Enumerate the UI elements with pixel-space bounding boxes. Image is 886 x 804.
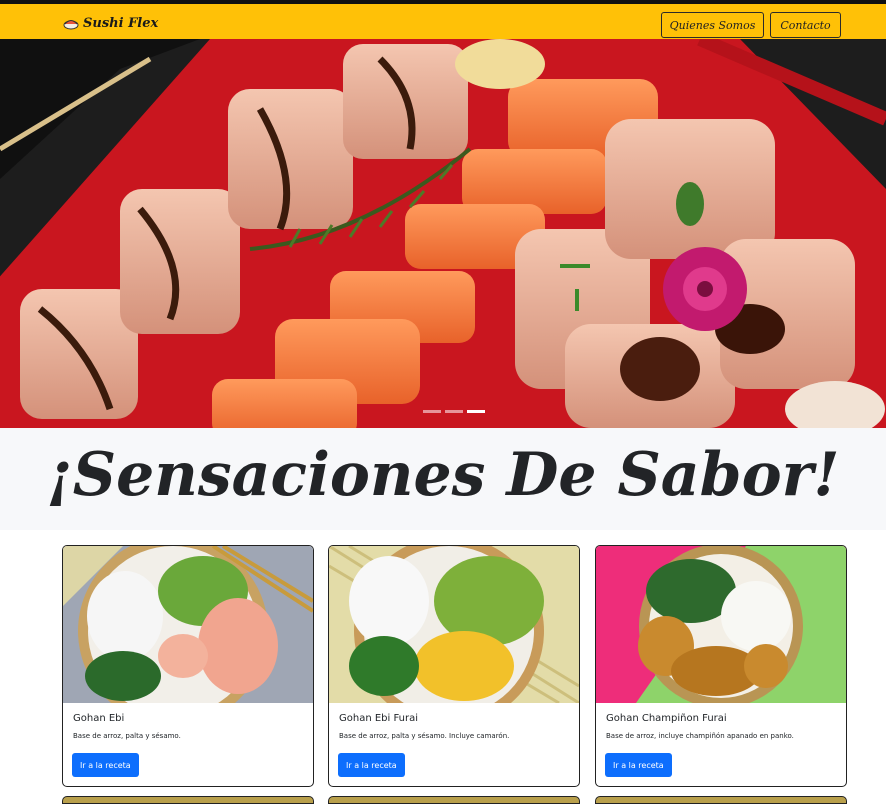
navbar: Sushi Flex Quienes Somos Contacto	[0, 4, 886, 39]
card-image-gohan-ebi-furai	[329, 546, 579, 703]
brand-link[interactable]: Sushi Flex	[63, 14, 158, 32]
recipe-button[interactable]: Ir a la receta	[605, 753, 672, 777]
recipe-card: Gohan Ebi Furai Base de arroz, palta y s…	[328, 545, 580, 787]
recipe-button[interactable]: Ir a la receta	[338, 753, 405, 777]
card-title: Gohan Champiñon Furai	[606, 713, 727, 724]
title-band: ¡Sensaciones De Sabor!	[0, 428, 886, 530]
recipe-card-next-row	[595, 796, 847, 804]
card-title: Gohan Ebi	[73, 713, 125, 724]
card-title: Gohan Ebi Furai	[339, 713, 419, 724]
page-title: ¡Sensaciones De Sabor!	[46, 440, 840, 510]
carousel-indicator-active[interactable]	[467, 410, 485, 413]
card-image-gohan-champinon-furai	[596, 546, 846, 703]
brand-name: Sushi Flex	[83, 15, 159, 31]
recipe-card: Gohan Ebi Base de arroz, palta y sésamo.…	[62, 545, 314, 787]
card-text: Base de arroz, palta y sésamo. Incluye c…	[339, 732, 510, 740]
carousel-indicator[interactable]	[445, 410, 463, 413]
carousel-indicators	[423, 410, 485, 413]
recipe-card-next-row	[62, 796, 314, 804]
nav-contacto-button[interactable]: Contacto	[770, 12, 841, 38]
sushi-icon	[63, 20, 79, 30]
carousel-indicator[interactable]	[423, 410, 441, 413]
card-text: Base de arroz, incluye champiñón apanado…	[606, 732, 794, 740]
hero-carousel[interactable]	[0, 39, 886, 428]
recipe-card: Gohan Champiñon Furai Base de arroz, inc…	[595, 545, 847, 787]
recipe-card-next-row	[328, 796, 580, 804]
hero-image	[0, 39, 886, 428]
card-text: Base de arroz, palta y sésamo.	[73, 732, 181, 740]
card-image-gohan-ebi	[63, 546, 313, 703]
recipe-button[interactable]: Ir a la receta	[72, 753, 139, 777]
nav-quienes-somos-button[interactable]: Quienes Somos	[661, 12, 764, 38]
